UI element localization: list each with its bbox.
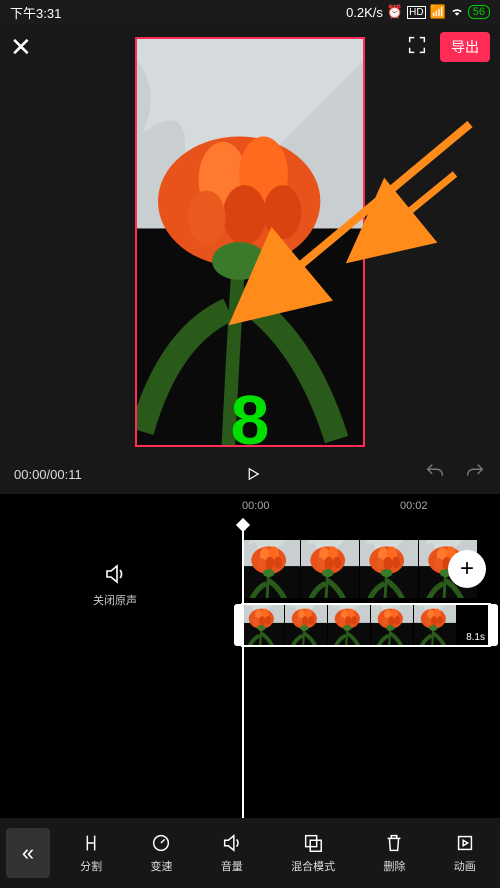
tool-label: 分割	[80, 858, 102, 874]
timeline[interactable]: 00:00 00:02 关闭原声 + 8.1s	[0, 494, 500, 818]
clip-row-1[interactable]: +	[242, 540, 490, 598]
signal-icon: 📶	[430, 4, 446, 20]
close-button[interactable]: ✕	[10, 32, 32, 63]
clip-thumb[interactable]	[242, 540, 300, 598]
export-button[interactable]: 导出	[440, 32, 490, 62]
status-net: 0.2K/s	[346, 5, 383, 20]
bottom-toolbar: « 分割 变速 音量 混合模式 删除 动画	[0, 818, 500, 888]
undo-button[interactable]	[424, 461, 446, 488]
redo-button[interactable]	[464, 461, 486, 488]
clip-thumb[interactable]	[242, 604, 284, 646]
tool-delete[interactable]: 删除	[383, 832, 405, 874]
tool-anim[interactable]: 动画	[454, 832, 476, 874]
tool-label: 混合模式	[291, 858, 335, 874]
clip-thumb[interactable]	[371, 604, 413, 646]
clip-duration: 8.1s	[463, 631, 488, 644]
tool-label: 变速	[150, 858, 172, 874]
status-time: 下午3:31	[10, 3, 61, 22]
annotation-number: 8	[231, 385, 270, 455]
clip-thumb[interactable]	[301, 540, 359, 598]
wifi-icon	[450, 4, 464, 21]
hd-icon: HD	[407, 6, 425, 19]
fullscreen-icon[interactable]	[406, 34, 428, 61]
tool-label: 动画	[454, 858, 476, 874]
clip-thumb[interactable]	[414, 604, 456, 646]
ruler-tick: 00:02	[400, 500, 428, 512]
toolbar-back-button[interactable]: «	[6, 828, 50, 878]
tool-speed[interactable]: 变速	[150, 832, 172, 874]
preview-frame[interactable]: 8	[135, 37, 365, 447]
play-button[interactable]	[82, 465, 424, 483]
mute-label: 关闭原声	[93, 592, 137, 608]
alarm-icon: ⏰	[387, 4, 403, 20]
ruler-tick: 00:00	[242, 500, 270, 512]
audio-toggle[interactable]: 关闭原声	[0, 562, 230, 608]
tool-volume[interactable]: 音量	[221, 832, 243, 874]
clip-row-2[interactable]: 8.1s	[242, 604, 490, 646]
preview-area[interactable]: 8	[0, 24, 500, 454]
status-bar: 下午3:31 0.2K/s ⏰ HD 📶 56	[0, 0, 500, 24]
tool-blend[interactable]: 混合模式	[291, 832, 335, 874]
clip-thumb[interactable]	[360, 540, 418, 598]
timeline-ruler: 00:00 00:02	[0, 494, 500, 522]
top-bar: ✕ 导出	[0, 24, 500, 70]
tool-label: 音量	[221, 858, 243, 874]
playback-row: 00:00/00:11	[0, 454, 500, 494]
tool-label: 删除	[383, 858, 405, 874]
playhead[interactable]	[242, 522, 244, 818]
status-right: 0.2K/s ⏰ HD 📶 56	[346, 4, 490, 21]
battery-icon: 56	[468, 5, 490, 19]
tool-split[interactable]: 分割	[80, 832, 102, 874]
clip-thumb[interactable]	[328, 604, 370, 646]
add-clip-button[interactable]: +	[448, 550, 486, 588]
time-label: 00:00/00:11	[14, 467, 82, 482]
clip-thumb[interactable]	[285, 604, 327, 646]
